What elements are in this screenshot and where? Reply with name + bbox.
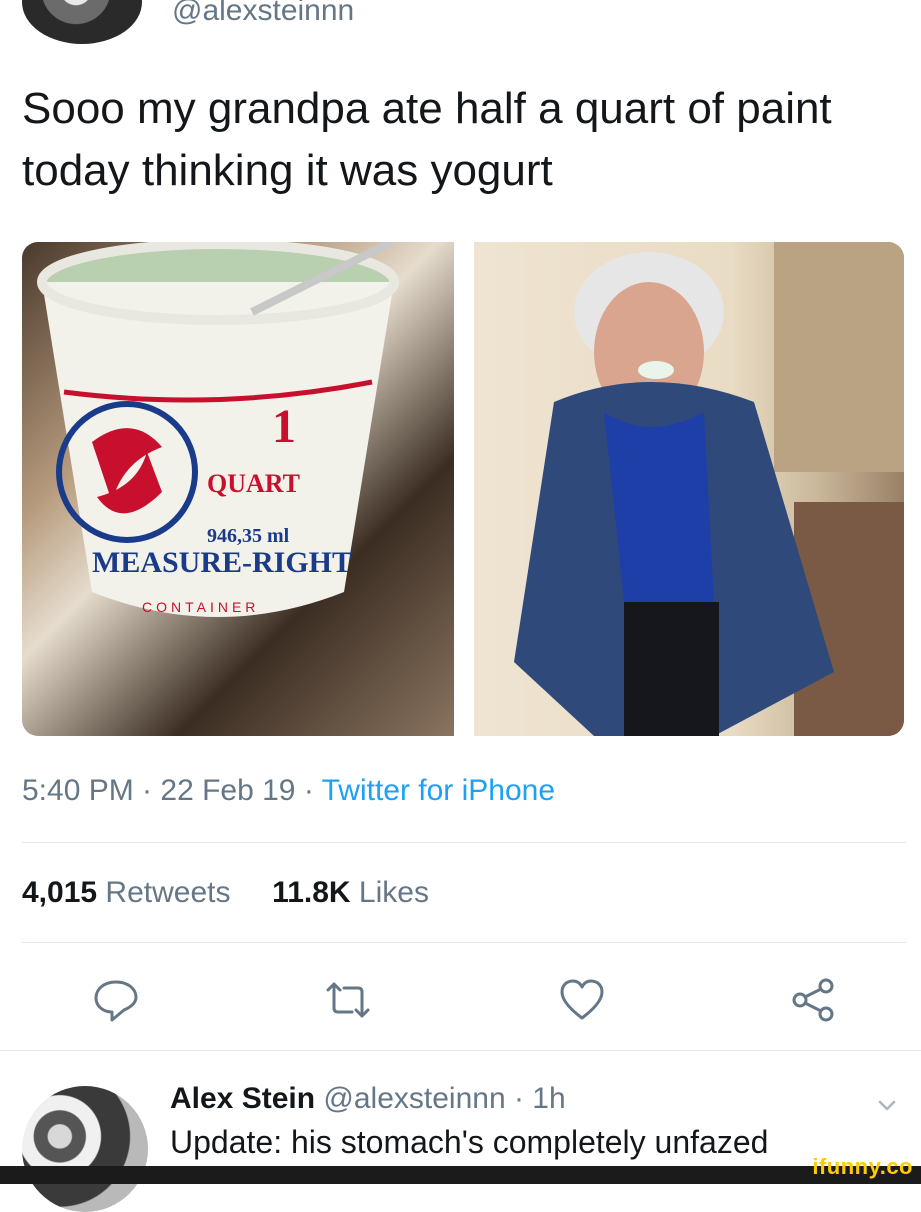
paint-container-photo[interactable]: 1 QUART 946,35 ml MEASURE-RIGHT CONTAINE… xyxy=(22,242,454,736)
retweets-stat[interactable]: 4,015 Retweets xyxy=(22,876,230,909)
share-button[interactable] xyxy=(784,970,844,1030)
reply-author-name[interactable]: Alex Stein xyxy=(170,1082,315,1115)
reply-text: Update: his stomach's completely unfazed xyxy=(170,1124,769,1160)
ifunny-watermark: ifunny.co xyxy=(812,1154,913,1179)
tweet-stats: 4,015 Retweets 11.8K Likes xyxy=(22,876,429,910)
share-icon xyxy=(792,978,834,1022)
tweet-action-bar xyxy=(22,970,906,1030)
reply-button[interactable] xyxy=(86,970,146,1030)
divider xyxy=(0,1050,921,1051)
likes-stat[interactable]: 11.8K Likes xyxy=(272,876,429,909)
author-handle[interactable]: @alexsteinnn xyxy=(172,0,354,28)
tweet-time-date: 5:40 PM · 22 Feb 19 · xyxy=(22,774,322,807)
tweet-text: Sooo my grandpa ate half a quart of pain… xyxy=(22,84,832,195)
chevron-down-icon xyxy=(878,1100,896,1111)
like-button[interactable] xyxy=(552,970,612,1030)
tweet-media[interactable]: 1 QUART 946,35 ml MEASURE-RIGHT CONTAINE… xyxy=(22,242,904,736)
divider xyxy=(22,842,906,843)
container-subtext: CONTAINER xyxy=(142,599,259,615)
paint-container-illustration: 1 QUART 946,35 ml MEASURE-RIGHT CONTAINE… xyxy=(37,242,399,617)
grandpa-illustration xyxy=(514,242,904,736)
reply-header: Alex Stein @alexsteinnn · 1h xyxy=(170,1082,566,1116)
bottom-bar xyxy=(0,1166,921,1184)
retweet-icon xyxy=(326,982,370,1018)
container-volume: 946,35 ml xyxy=(207,525,290,547)
tweet-client-link[interactable]: Twitter for iPhone xyxy=(322,774,555,807)
likes-label: Likes xyxy=(358,876,429,909)
grandpa-photo[interactable] xyxy=(474,242,904,736)
container-brand: MEASURE-RIGHT xyxy=(92,546,352,579)
retweets-count: 4,015 xyxy=(22,876,98,909)
container-number: 1 xyxy=(272,400,296,453)
container-unit: QUART xyxy=(207,469,300,498)
like-icon xyxy=(560,979,604,1020)
reply-menu-button[interactable] xyxy=(872,1090,902,1120)
tweet-meta: 5:40 PM · 22 Feb 19 · Twitter for iPhone xyxy=(22,774,555,808)
divider xyxy=(22,942,906,943)
retweet-button[interactable] xyxy=(318,970,378,1030)
reply-avatar[interactable] xyxy=(22,1086,148,1212)
retweets-label: Retweets xyxy=(105,876,231,909)
likes-count: 11.8K xyxy=(272,876,351,909)
author-avatar[interactable] xyxy=(22,0,142,44)
reply-icon xyxy=(94,980,138,1022)
reply-handle-time: @alexsteinnn · 1h xyxy=(323,1082,566,1115)
